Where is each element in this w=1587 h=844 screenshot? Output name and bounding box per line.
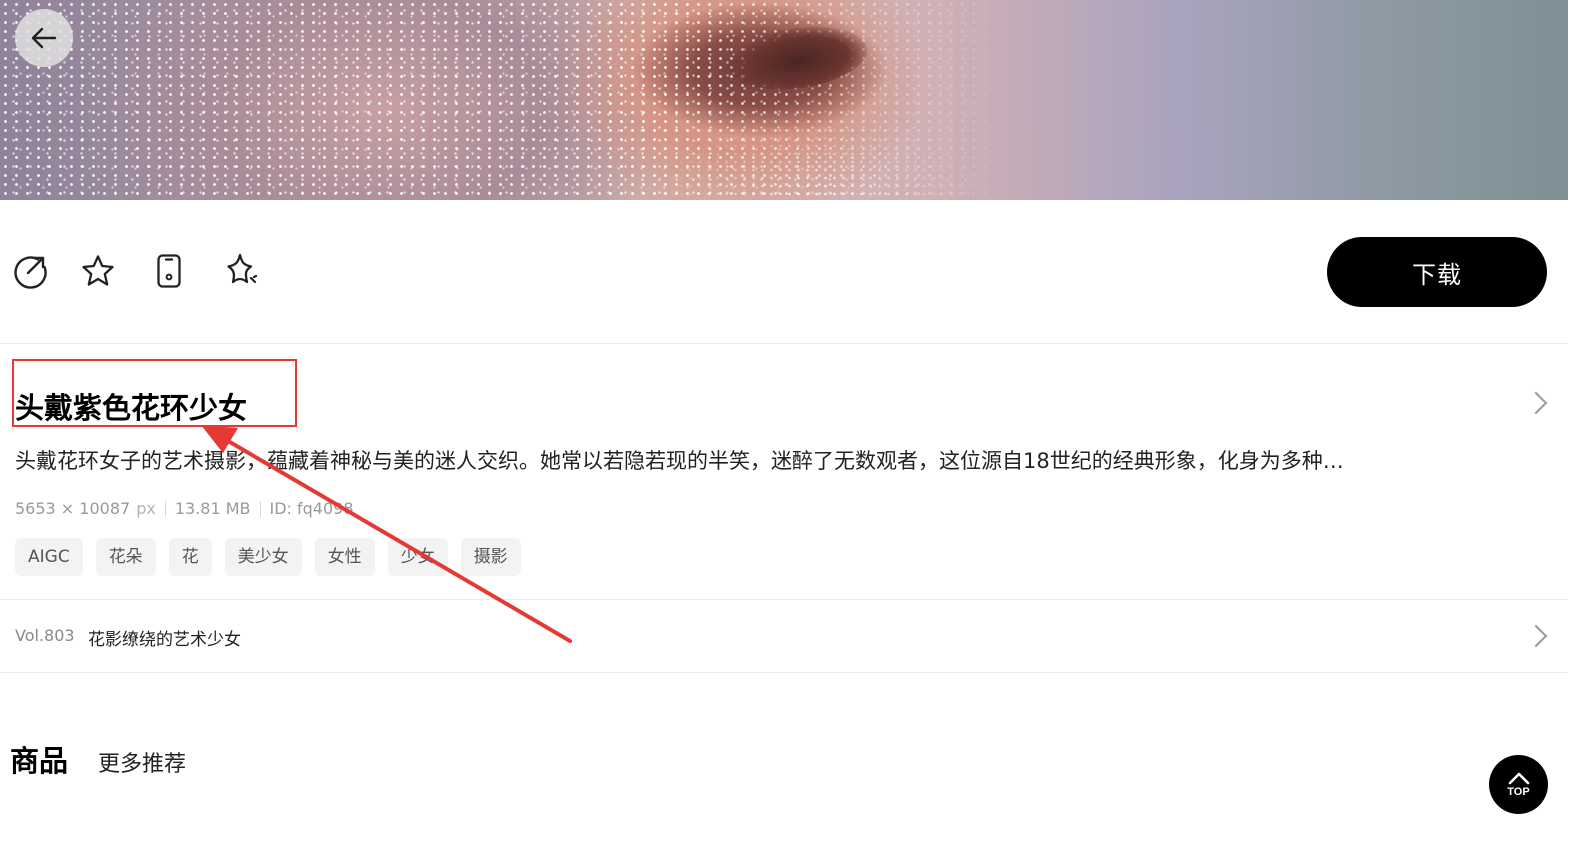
tag-list: AIGC 花朵 花 美少女 女性 少女 摄影 bbox=[15, 538, 534, 576]
star-icon bbox=[82, 255, 114, 286]
tab-more-recommendations[interactable]: 更多推荐 bbox=[98, 746, 186, 778]
sparkle-icon bbox=[227, 253, 258, 284]
image-title: 头戴紫色花环少女 bbox=[15, 391, 248, 425]
chevron-right-icon[interactable] bbox=[1524, 391, 1548, 415]
image-description: 头戴花环女子的艺术摄影，蕴藏着神秘与美的迷人交织。她常以若隐若现的半笑，迷醉了无… bbox=[15, 449, 1344, 473]
volume-title: 花影缭绕的艺术少女 bbox=[88, 630, 241, 650]
download-button[interactable]: 下载 bbox=[1327, 237, 1547, 307]
volume-number: Vol.803 bbox=[15, 626, 75, 645]
dimensions-unit: px bbox=[136, 499, 156, 518]
action-bar: 下载 bbox=[0, 200, 1568, 344]
tag[interactable]: 摄影 bbox=[460, 538, 521, 576]
tag[interactable]: 花朵 bbox=[95, 538, 156, 576]
image-meta: 5653 × 10087 px 13.81 MB ID: fq4098 bbox=[15, 499, 354, 518]
image-id: ID: fq4098 bbox=[269, 499, 354, 518]
glitter-texture-lower bbox=[650, 110, 980, 200]
image-info: 头戴紫色花环少女 头戴花环女子的艺术摄影，蕴藏着神秘与美的迷人交织。她常以若隐若… bbox=[0, 344, 1568, 600]
divider bbox=[164, 500, 166, 517]
tag[interactable]: AIGC bbox=[15, 538, 83, 576]
volume-row[interactable]: Vol.803 花影缭绕的艺术少女 bbox=[0, 600, 1568, 673]
tag[interactable]: 花 bbox=[168, 538, 212, 576]
tag[interactable]: 女性 bbox=[314, 538, 375, 576]
tag[interactable]: 少女 bbox=[387, 538, 448, 576]
ai-similar-button[interactable] bbox=[221, 252, 259, 290]
tab-products[interactable]: 商品 bbox=[10, 738, 68, 780]
file-size: 13.81 MB bbox=[174, 499, 251, 518]
divider bbox=[259, 500, 261, 517]
section-tabs: 商品 更多推荐 bbox=[10, 738, 186, 780]
favorite-button[interactable] bbox=[79, 252, 117, 290]
back-button[interactable] bbox=[15, 9, 73, 67]
scroll-top-label: TOP bbox=[1507, 786, 1530, 798]
chevron-right-icon[interactable] bbox=[1524, 624, 1548, 648]
arrow-left-icon bbox=[31, 27, 57, 49]
share-icon bbox=[14, 256, 47, 289]
phone-icon bbox=[157, 254, 181, 288]
image-dimensions: 5653 × 10087 bbox=[15, 499, 131, 518]
hero-image bbox=[0, 0, 1568, 200]
tag[interactable]: 美少女 bbox=[224, 538, 302, 576]
chevron-up-icon bbox=[1508, 772, 1529, 785]
set-wallpaper-button[interactable] bbox=[150, 252, 188, 290]
share-button[interactable] bbox=[11, 252, 49, 290]
scroll-top-button[interactable]: TOP bbox=[1489, 755, 1548, 814]
